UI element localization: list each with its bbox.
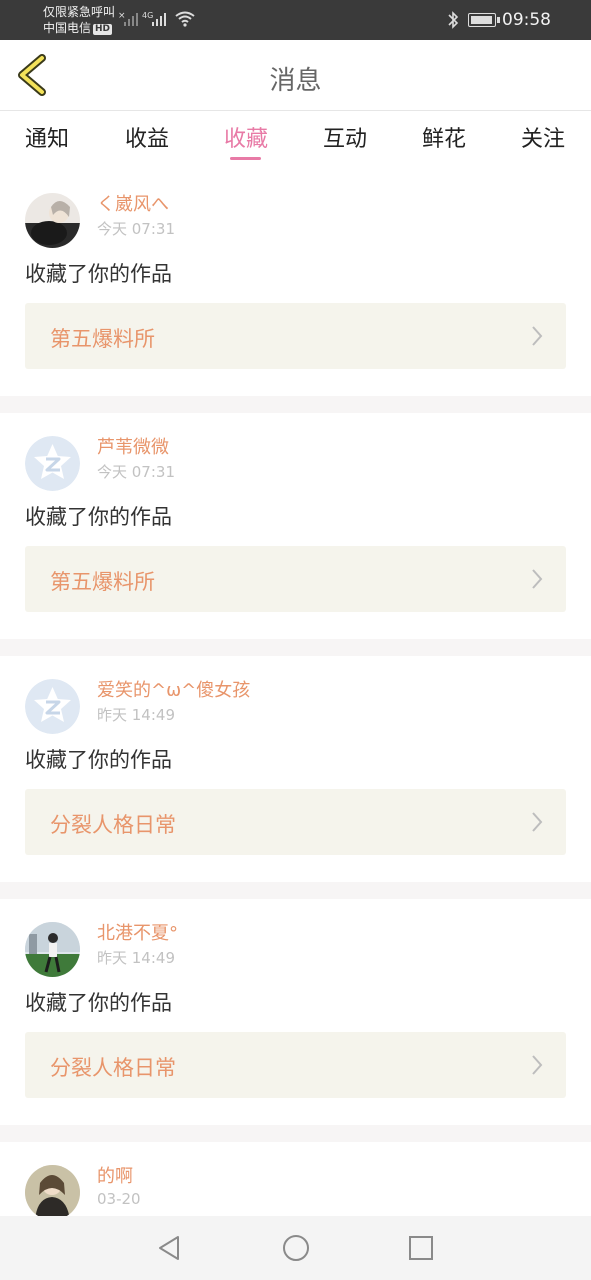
divider bbox=[0, 882, 591, 899]
carrier-status-text: 仅限紧急呼叫 bbox=[43, 5, 116, 19]
work-title: 分裂人格日常 bbox=[50, 1056, 176, 1080]
nav-recents-icon[interactable] bbox=[408, 1234, 434, 1262]
status-bar: 仅限紧急呼叫 中国电信 HD × 4G 09:58 bbox=[0, 0, 591, 40]
chevron-right-icon bbox=[532, 1055, 543, 1075]
chevron-right-icon bbox=[532, 569, 543, 589]
tab-bar: 通知 收益 收藏 互动 鲜花 关注 bbox=[0, 111, 591, 165]
divider bbox=[0, 396, 591, 413]
tab-notifications[interactable]: 通知 bbox=[17, 121, 77, 153]
tab-following[interactable]: 关注 bbox=[513, 121, 573, 153]
timestamp: 今天 07:31 bbox=[97, 463, 175, 481]
nav-back-icon[interactable] bbox=[156, 1234, 182, 1262]
list-item: 芦苇微微 今天 07:31 收藏了你的作品 第五爆料所 bbox=[0, 413, 591, 639]
chevron-right-icon bbox=[532, 812, 543, 832]
carrier-name: 中国电信 bbox=[43, 21, 92, 35]
active-tab-indicator bbox=[230, 157, 261, 160]
action-text: 收藏了你的作品 bbox=[25, 748, 172, 772]
timestamp: 昨天 14:49 bbox=[97, 706, 175, 724]
tab-interactions[interactable]: 互动 bbox=[315, 121, 375, 153]
timestamp: 03-20 bbox=[97, 1190, 141, 1208]
divider bbox=[0, 639, 591, 656]
list-item: 北港不夏° 昨天 14:49 收藏了你的作品 分裂人格日常 bbox=[0, 899, 591, 1125]
page-title: 消息 bbox=[269, 66, 322, 96]
username[interactable]: 北港不夏° bbox=[97, 919, 178, 945]
tab-flowers[interactable]: 鲜花 bbox=[414, 121, 474, 153]
signal-4g-icon: 4G bbox=[142, 11, 166, 26]
action-text: 收藏了你的作品 bbox=[25, 505, 172, 529]
username[interactable]: 的啊 bbox=[97, 1162, 133, 1188]
avatar[interactable] bbox=[25, 922, 80, 977]
action-text: 收藏了你的作品 bbox=[25, 262, 172, 286]
battery-icon bbox=[468, 13, 500, 27]
work-title: 分裂人格日常 bbox=[50, 813, 176, 837]
work-title: 第五爆料所 bbox=[50, 570, 155, 594]
chevron-right-icon bbox=[532, 326, 543, 346]
avatar[interactable] bbox=[25, 1165, 80, 1216]
carrier-info: 仅限紧急呼叫 中国电信 HD bbox=[43, 4, 115, 36]
work-link[interactable]: 第五爆料所 bbox=[25, 303, 566, 369]
bluetooth-icon bbox=[448, 11, 459, 29]
work-link[interactable]: 分裂人格日常 bbox=[25, 1032, 566, 1098]
work-title: 第五爆料所 bbox=[50, 327, 155, 351]
clock: 09:58 bbox=[502, 10, 551, 30]
wifi-icon bbox=[175, 11, 195, 27]
list-item: 爱笑的^ω^傻女孩 昨天 14:49 收藏了你的作品 分裂人格日常 bbox=[0, 656, 591, 882]
action-text: 收藏了你的作品 bbox=[25, 991, 172, 1015]
avatar[interactable] bbox=[25, 193, 80, 248]
network-label: 4G bbox=[142, 11, 153, 20]
username[interactable]: 爱笑的^ω^傻女孩 bbox=[97, 676, 250, 702]
app-header: 消息 bbox=[0, 40, 591, 111]
tab-earnings[interactable]: 收益 bbox=[117, 121, 177, 153]
work-link[interactable]: 分裂人格日常 bbox=[25, 789, 566, 855]
default-avatar[interactable] bbox=[25, 436, 80, 491]
hd-badge: HD bbox=[93, 24, 113, 35]
tab-favorites[interactable]: 收藏 bbox=[216, 121, 276, 153]
divider bbox=[0, 1125, 591, 1142]
list-item: く崴风へ 今天 07:31 收藏了你的作品 第五爆料所 bbox=[0, 170, 591, 396]
list-item: 的啊 03-20 bbox=[0, 1142, 591, 1216]
svg-text:×: × bbox=[118, 11, 126, 21]
no-signal-icon: × bbox=[118, 11, 138, 26]
default-avatar[interactable] bbox=[25, 679, 80, 734]
nav-home-icon[interactable] bbox=[282, 1234, 310, 1262]
system-nav-bar bbox=[0, 1216, 591, 1280]
timestamp: 今天 07:31 bbox=[97, 220, 175, 238]
username[interactable]: 芦苇微微 bbox=[97, 433, 169, 459]
username[interactable]: く崴风へ bbox=[97, 190, 169, 216]
work-link[interactable]: 第五爆料所 bbox=[25, 546, 566, 612]
timestamp: 昨天 14:49 bbox=[97, 949, 175, 967]
